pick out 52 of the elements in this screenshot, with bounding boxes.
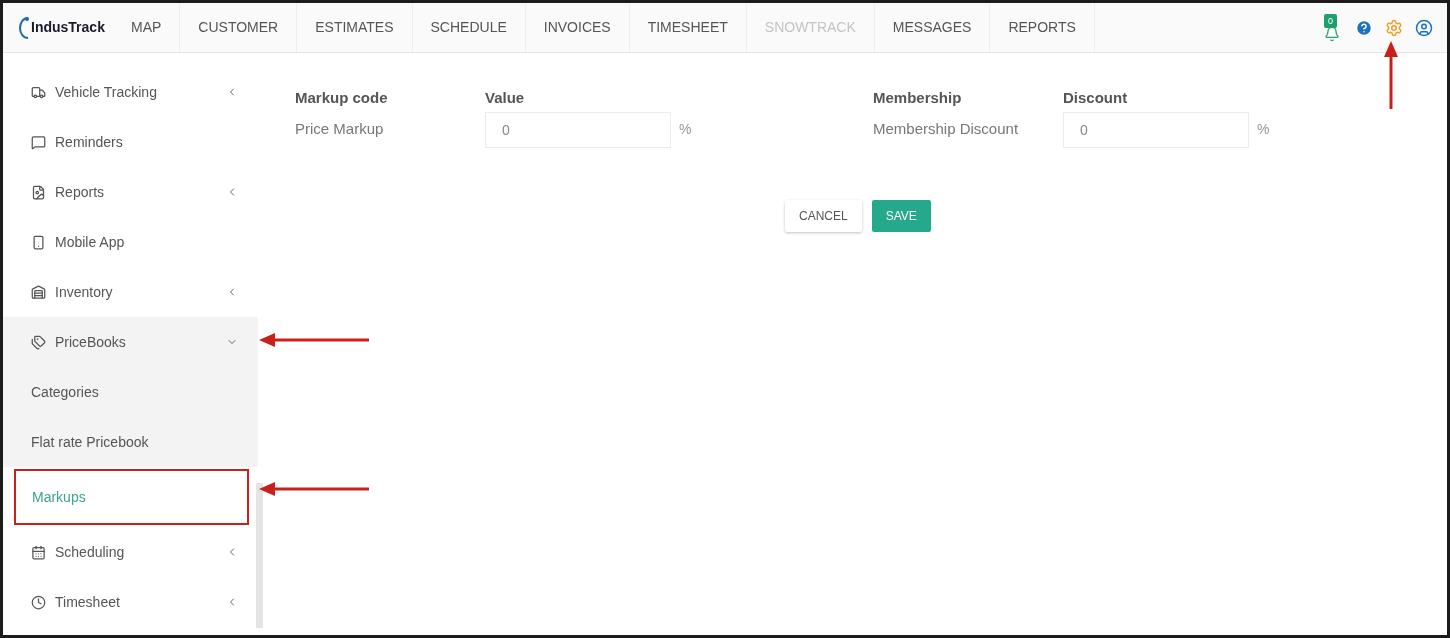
- document-icon: [31, 184, 46, 200]
- unit-label: %: [1257, 120, 1270, 139]
- cancel-button[interactable]: CANCEL: [785, 199, 862, 232]
- sidebar-item-label: Reports: [55, 182, 105, 202]
- column-heading: Discount: [1063, 88, 1129, 108]
- nav-link[interactable]: TIMESHEET: [629, 3, 747, 52]
- sidebar-item[interactable]: Reports: [3, 167, 258, 217]
- logo-ring-icon: [19, 15, 29, 40]
- calendar-icon: [31, 544, 46, 560]
- sidebar-item-label: PriceBooks: [55, 332, 126, 352]
- submenu-item[interactable]: Categories: [3, 367, 258, 417]
- logo[interactable]: IndusTrack: [31, 17, 105, 38]
- notification-badge: 0: [1324, 13, 1337, 28]
- sidebar-item[interactable]: Reminders: [3, 117, 258, 167]
- sidebar-item-label: Vehicle Tracking: [55, 82, 157, 102]
- nav-link[interactable]: MAP: [113, 3, 181, 52]
- nav-link[interactable]: SCHEDULE: [412, 3, 526, 52]
- sidebar-item[interactable]: PriceBooks: [3, 317, 258, 367]
- notification-bell-icon[interactable]: [1324, 25, 1340, 42]
- sidebar-item-label: Inventory: [55, 282, 113, 302]
- sidebar-item-label: Timesheet: [55, 592, 120, 612]
- percent-input[interactable]: 0: [1063, 111, 1249, 148]
- nav-link[interactable]: INVOICES: [525, 3, 630, 52]
- sidebar-item[interactable]: Vehicle Tracking: [3, 67, 258, 117]
- nav-link[interactable]: REPORTS: [990, 3, 1095, 52]
- phone-icon: [31, 234, 46, 250]
- sidebar-item-label: Mobile App: [55, 232, 125, 252]
- warehouse-icon: [31, 284, 46, 300]
- annotation-arrow: [1384, 41, 1398, 109]
- column-heading: Membership: [873, 88, 963, 108]
- sidebar-item[interactable]: Scheduling: [3, 527, 258, 577]
- nav-link[interactable]: CUSTOMER: [180, 3, 298, 52]
- tags-icon: [31, 334, 46, 350]
- clock-icon: [31, 594, 46, 610]
- help-icon[interactable]: [1355, 18, 1373, 37]
- sidebar-item-label: Scheduling: [55, 542, 125, 562]
- nav-link[interactable]: ESTIMATES: [297, 3, 413, 52]
- user-profile-icon[interactable]: [1415, 18, 1433, 37]
- row-label: Membership Discount: [873, 118, 1020, 139]
- sidebar-item[interactable]: Inventory: [3, 267, 258, 317]
- percent-input[interactable]: 0: [485, 111, 671, 148]
- speech-bubble-icon: [31, 134, 46, 150]
- submenu-item[interactable]: Flat rate Pricebook: [3, 417, 258, 467]
- unit-label: %: [679, 120, 692, 139]
- column-heading: Markup code: [295, 88, 389, 108]
- sidebar-item-label: Reminders: [55, 132, 123, 152]
- nav-link[interactable]: MESSAGES: [874, 3, 991, 52]
- row-label: Price Markup: [295, 118, 385, 139]
- sidebar-item[interactable]: Timesheet: [3, 577, 258, 627]
- truck-icon: [31, 84, 46, 100]
- sidebar-item[interactable]: Mobile App: [3, 217, 258, 267]
- column-heading: Value: [485, 88, 526, 108]
